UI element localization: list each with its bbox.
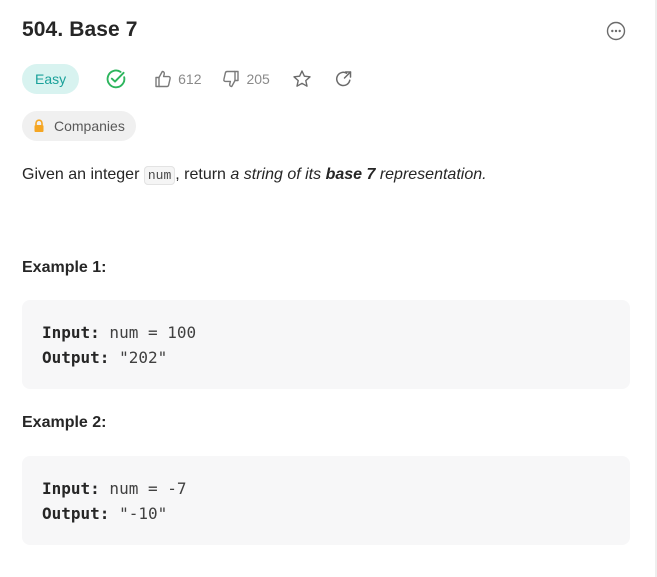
solved-status[interactable] (105, 68, 127, 90)
star-icon (293, 70, 311, 87)
thumbs-up-icon (155, 70, 171, 88)
output-label: Output: (42, 348, 110, 367)
difficulty-badge: Easy (22, 64, 80, 94)
statement-text: Given an integer (22, 166, 144, 183)
thumbs-down-icon (223, 70, 240, 88)
problem-description-panel: 504. Base 7 Easy 612 205 Companies Given… (0, 0, 657, 577)
input-value: num = -7 (99, 479, 187, 498)
inline-code: num (143, 166, 176, 185)
share-icon (335, 71, 352, 87)
problem-meta-row: Easy 612 205 (22, 64, 354, 94)
input-label: Input: (42, 323, 100, 342)
example-title: Example 1: (22, 259, 107, 276)
problem-title[interactable]: 504. Base 7 (22, 18, 138, 42)
companies-label: Companies (54, 118, 125, 134)
favorite-button[interactable] (292, 69, 312, 89)
more-options-button[interactable] (605, 20, 627, 42)
example-code-block: Input: num = -7 Output: "-10" (22, 456, 630, 545)
lock-icon (34, 119, 44, 132)
more-options-icon (606, 21, 626, 41)
example-code-block: Input: num = 100 Output: "202" (22, 300, 630, 389)
dislike-button[interactable]: 205 (221, 69, 270, 89)
statement-text: , return (175, 166, 231, 183)
statement-bold: base 7 (325, 166, 376, 183)
statement-emphasis: representation. (375, 166, 487, 183)
like-button[interactable]: 612 (153, 69, 201, 89)
dislike-count: 205 (246, 71, 270, 87)
like-count: 612 (178, 71, 202, 87)
output-value: "202" (109, 348, 168, 367)
example-input-line: Input: num = -7 (42, 476, 610, 501)
example-output-line: Output: "202" (42, 345, 610, 370)
input-label: Input: (42, 479, 100, 498)
check-circle-icon (106, 69, 126, 89)
share-button[interactable] (334, 69, 354, 89)
example-input-line: Input: num = 100 (42, 320, 610, 345)
output-value: "-10" (109, 504, 168, 523)
output-label: Output: (42, 504, 110, 523)
problem-statement: Given an integer num, return a string of… (22, 162, 487, 189)
example-output-line: Output: "-10" (42, 501, 610, 526)
input-value: num = 100 (99, 323, 197, 342)
statement-emphasis: a string of its (230, 166, 326, 183)
companies-button[interactable]: Companies (22, 111, 136, 141)
example-title: Example 2: (22, 414, 107, 431)
